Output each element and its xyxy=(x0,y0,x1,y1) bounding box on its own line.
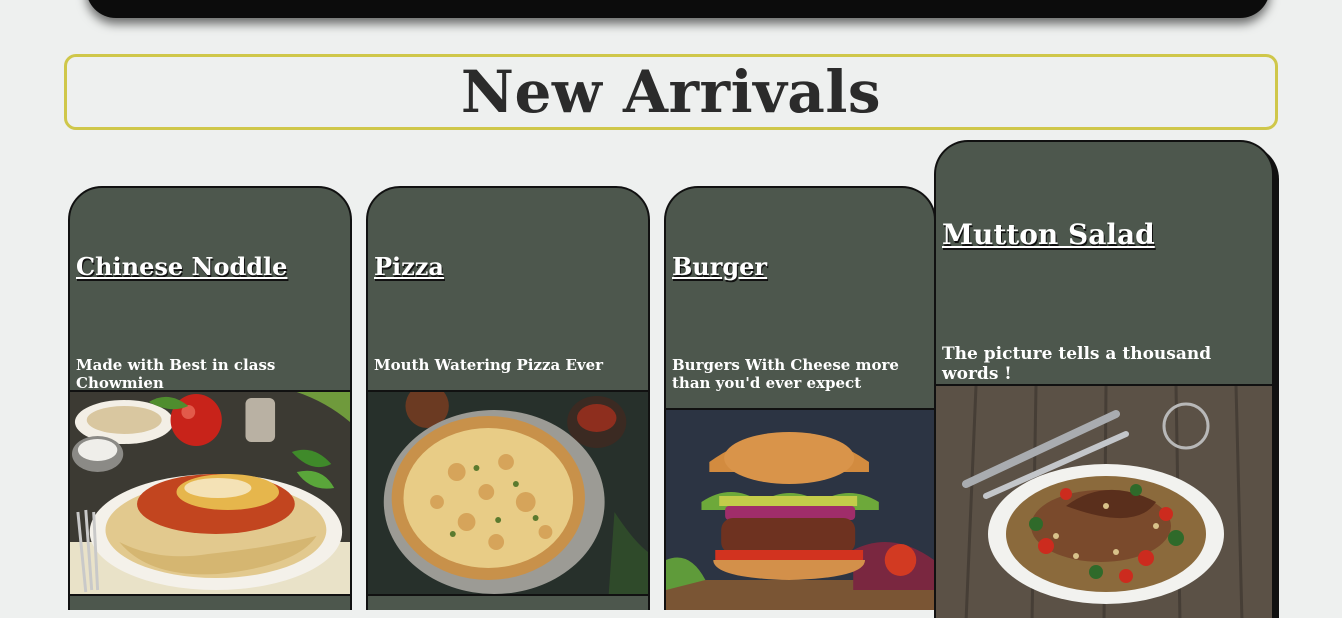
card-title[interactable]: Chinese Noddle xyxy=(76,252,287,281)
card-description: Made with Best in class Chowmien xyxy=(76,356,276,392)
card-description: The picture tells a thousand words ! xyxy=(942,344,1212,384)
menu-card-mutton-salad[interactable]: Mutton Salad The picture tells a thousan… xyxy=(934,140,1274,618)
burger-image xyxy=(666,408,934,610)
mutton-salad-image xyxy=(936,384,1272,618)
spaghetti-plate-image xyxy=(70,390,350,594)
section-title-box: New Arrivals xyxy=(64,54,1278,130)
header-bar-shadow xyxy=(86,0,1270,18)
menu-card-pizza[interactable]: Pizza Mouth Watering Pizza Ever xyxy=(366,186,650,596)
card-description: Mouth Watering Pizza Ever xyxy=(374,356,604,374)
card-title[interactable]: Mutton Salad xyxy=(942,218,1155,251)
card-description: Burgers With Cheese more than you'd ever… xyxy=(672,356,899,392)
card-footer-strip xyxy=(366,594,650,610)
card-footer-strip xyxy=(68,594,352,610)
card-title[interactable]: Pizza xyxy=(374,252,444,281)
menu-card-chinese-noddle[interactable]: Chinese Noddle Made with Best in class C… xyxy=(68,186,352,596)
card-title[interactable]: Burger xyxy=(672,252,767,281)
section-title: New Arrivals xyxy=(460,58,882,126)
menu-card-burger[interactable]: Burger Burgers With Cheese more than you… xyxy=(664,186,936,610)
pizza-image xyxy=(368,390,648,594)
